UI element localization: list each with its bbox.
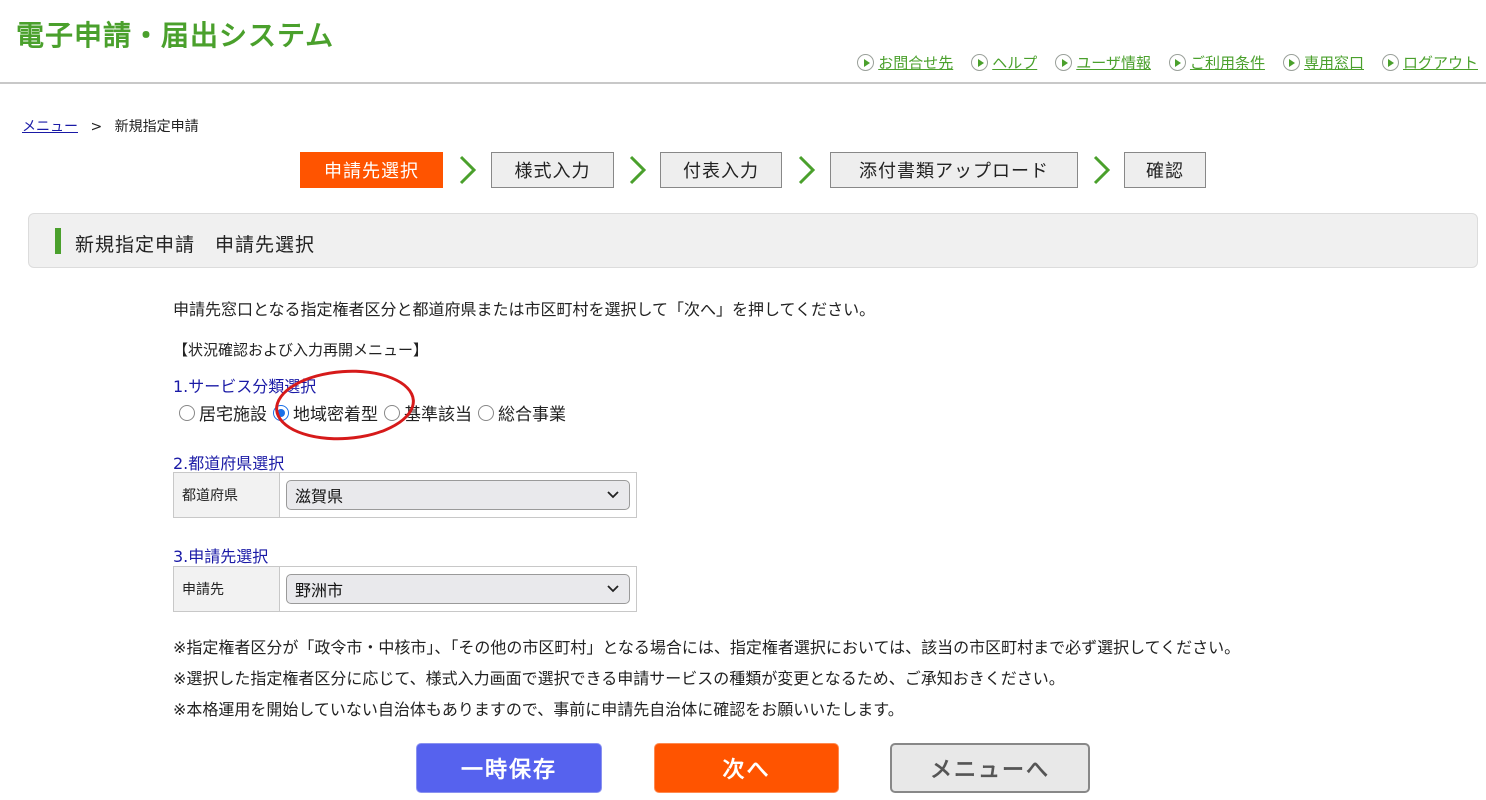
step-arrow-icon	[459, 155, 477, 185]
chevron-down-icon	[607, 585, 619, 593]
instruction-text: 申請先窓口となる指定権者区分と都道府県または市区町村を選択して「次へ」を押してく…	[173, 300, 876, 319]
radio-button[interactable]	[179, 404, 195, 421]
applicant-field-cell: 野洲市	[280, 567, 636, 611]
link-user-info[interactable]: ユーザ情報	[1055, 52, 1151, 73]
link-terms[interactable]: ご利用条件	[1168, 52, 1265, 73]
radio-comprehensive-project[interactable]: 総合事業	[478, 400, 566, 425]
step-arrow-icon	[798, 155, 816, 185]
applicant-select[interactable]: 野洲市	[286, 574, 630, 604]
radio-button-checked[interactable]	[273, 404, 289, 421]
header: 電子申請・届出システム お問合せ先 ヘルプ ユーザ情報 ご利用条件 専用窓口 ロ…	[0, 0, 1486, 84]
radio-button[interactable]	[384, 404, 400, 421]
play-circle-icon	[1381, 54, 1399, 71]
breadcrumb-separator: >	[90, 119, 103, 135]
link-help[interactable]: ヘルプ	[971, 52, 1037, 73]
prefecture-select[interactable]: 滋賀県	[286, 480, 630, 510]
radio-label: 居宅施設	[199, 405, 267, 425]
prefecture-field-label: 都道府県	[174, 473, 280, 517]
applicant-field-label: 申請先	[174, 567, 280, 611]
link-label: お問合せ先	[878, 54, 954, 72]
link-dedicated-window[interactable]: 専用窓口	[1282, 52, 1364, 73]
step-appendix-input: 付表入力	[660, 152, 782, 188]
note-line: ※選択した指定権者区分に応じて、様式入力画面で選択できる申請サービスの種類が変更…	[173, 669, 1065, 688]
note-line: ※指定権者区分が「政令市・中核市」、「その他の市区町村」となる場合には、指定権者…	[173, 638, 1241, 657]
prefecture-field-cell: 滋賀県	[280, 473, 636, 517]
notes: ※指定権者区分が「政令市・中核市」、「その他の市区町村」となる場合には、指定権者…	[173, 632, 1240, 725]
link-label: ユーザ情報	[1076, 54, 1151, 72]
prefecture-label: 2.都道府県選択	[173, 454, 285, 473]
breadcrumb-current: 新規指定申請	[114, 119, 199, 135]
section-accent-bar	[55, 228, 61, 254]
section-title: 新規指定申請 申請先選択	[75, 234, 316, 256]
radio-label: 地域密着型	[293, 405, 378, 425]
link-contact[interactable]: お問合せ先	[857, 52, 953, 73]
play-circle-icon	[1282, 54, 1300, 71]
link-logout[interactable]: ログアウト	[1381, 52, 1478, 73]
note-line: ※本格運用を開始していない自治体もありますので、事前に申請先自治体に確認をお願い…	[173, 700, 904, 719]
breadcrumb: メニュー > 新規指定申請	[22, 116, 199, 136]
status-menu-title: 【状況確認および入力再開メニュー】	[173, 341, 429, 359]
step-arrow-icon	[1093, 155, 1111, 185]
radio-home-facility[interactable]: 居宅施設	[179, 400, 267, 425]
temporary-save-button[interactable]: 一時保存	[416, 743, 602, 793]
app-title: 電子申請・届出システム	[16, 19, 335, 52]
link-label: 専用窓口	[1303, 54, 1364, 72]
applicant-field-row: 申請先 野洲市	[173, 566, 637, 612]
link-label: ご利用条件	[1189, 54, 1265, 72]
back-to-menu-button[interactable]: メニューへ	[890, 743, 1090, 793]
step-arrow-icon	[629, 155, 647, 185]
top-nav: お問合せ先 ヘルプ ユーザ情報 ご利用条件 専用窓口 ログアウト	[857, 52, 1478, 73]
prefecture-field-row: 都道府県 滋賀県	[173, 472, 637, 518]
radio-label: 総合事業	[498, 405, 566, 425]
radio-standard-applicable[interactable]: 基準該当	[384, 400, 472, 425]
link-label: ヘルプ	[992, 54, 1038, 72]
step-form-input: 様式入力	[491, 152, 614, 188]
step-confirm: 確認	[1124, 152, 1206, 188]
applicant-select-value: 野洲市	[295, 581, 344, 600]
radio-button[interactable]	[478, 404, 494, 421]
prefecture-select-value: 滋賀県	[295, 487, 344, 506]
play-circle-icon	[1168, 54, 1186, 71]
service-category-label: 1.サービス分類選択	[173, 377, 317, 396]
step-attachment-upload: 添付書類アップロード	[830, 152, 1078, 188]
section-header: 新規指定申請 申請先選択	[28, 213, 1478, 268]
radio-label: 基準該当	[404, 405, 472, 425]
step-destination-select: 申請先選択	[300, 152, 443, 188]
breadcrumb-menu-link[interactable]: メニュー	[22, 119, 78, 135]
next-button[interactable]: 次へ	[654, 743, 839, 793]
play-circle-icon	[1055, 54, 1073, 71]
play-circle-icon	[857, 54, 875, 71]
chevron-down-icon	[607, 491, 619, 499]
link-label: ログアウト	[1402, 54, 1478, 72]
play-circle-icon	[971, 54, 989, 71]
radio-community-based[interactable]: 地域密着型	[273, 400, 378, 425]
service-category-radio-group: 居宅施設 地域密着型 基準該当 総合事業	[179, 400, 572, 425]
applicant-label: 3.申請先選択	[173, 547, 269, 566]
